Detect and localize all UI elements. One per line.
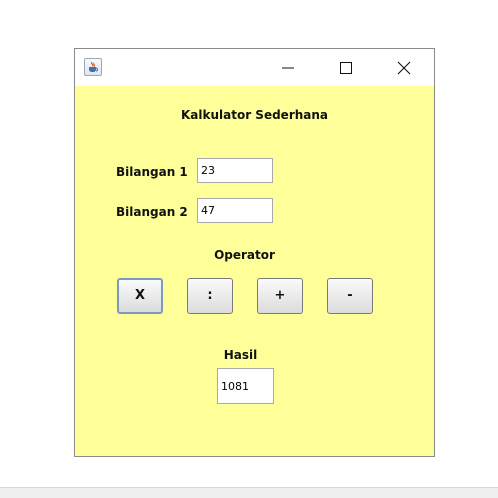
hasil-label: Hasil	[223, 348, 258, 362]
bilangan-1-input[interactable]: 23	[197, 158, 273, 183]
bilangan-2-input[interactable]: 47	[197, 198, 273, 223]
calculator-window: Kalkulator Sederhana Bilangan 1 23 Bilan…	[74, 48, 435, 457]
bilangan-1-label: Bilangan 1	[116, 165, 188, 179]
hasil-output[interactable]: 1081	[217, 368, 274, 404]
close-icon	[397, 61, 411, 74]
maximize-button[interactable]	[317, 49, 375, 86]
minimize-icon	[282, 67, 294, 68]
multiply-button[interactable]: X	[117, 278, 163, 314]
subtract-button[interactable]: -	[327, 278, 373, 314]
minimize-button[interactable]	[259, 49, 317, 86]
title-bar[interactable]	[75, 49, 434, 86]
operator-label: Operator	[214, 248, 275, 262]
bilangan-2-label: Bilangan 2	[116, 205, 188, 219]
close-button[interactable]	[375, 49, 433, 86]
desktop: Kalkulator Sederhana Bilangan 1 23 Bilan…	[0, 0, 498, 498]
divide-button[interactable]: :	[187, 278, 233, 314]
taskbar-edge	[0, 487, 498, 498]
maximize-icon	[340, 61, 352, 74]
app-heading: Kalkulator Sederhana	[180, 108, 329, 122]
add-button[interactable]: +	[257, 278, 303, 314]
java-cup-icon	[84, 58, 102, 76]
